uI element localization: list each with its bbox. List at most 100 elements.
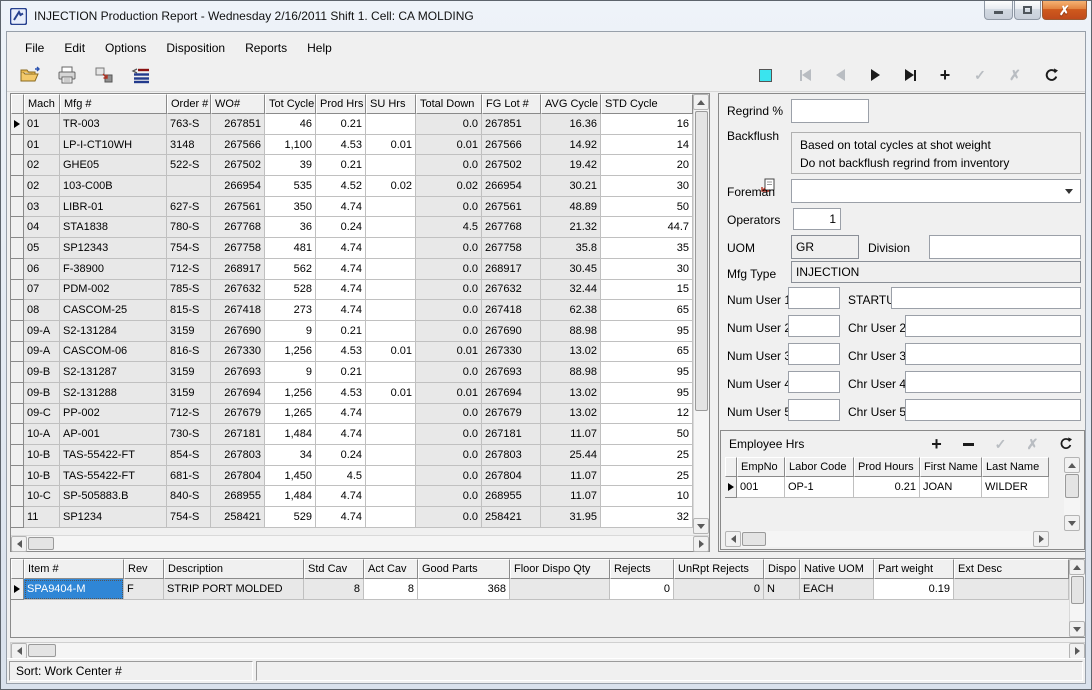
cell-mfg[interactable]: TAS-55422-FT <box>60 445 167 466</box>
cell-avg-cycle[interactable]: 30.21 <box>541 176 601 197</box>
cell-avg-cycle[interactable]: 35.8 <box>541 238 601 259</box>
cell-prod-hrs[interactable]: 4.74 <box>316 280 366 301</box>
division-input[interactable] <box>929 235 1081 259</box>
scroll-left-button[interactable] <box>11 643 27 659</box>
row-selector[interactable] <box>11 579 24 600</box>
cell-su-hrs[interactable] <box>366 362 416 383</box>
cell-avg-cycle[interactable]: 48.89 <box>541 197 601 218</box>
cell-mach[interactable]: 10-C <box>24 486 60 507</box>
cell-avg-cycle[interactable]: 88.98 <box>541 362 601 383</box>
cell-mach[interactable]: 09-A <box>24 342 60 363</box>
cell-fg-lot[interactable]: 267418 <box>482 300 541 321</box>
cell-wo[interactable]: 267803 <box>211 445 265 466</box>
cell-tot-cycle[interactable]: 1,265 <box>265 404 316 425</box>
column-header-mfg[interactable]: Mfg # <box>60 94 167 114</box>
cell-std-cycle[interactable]: 44.7 <box>601 217 693 238</box>
cell-avg-cycle[interactable]: 19.42 <box>541 155 601 176</box>
cell-labor-code[interactable]: OP-1 <box>785 477 854 498</box>
cell-prod-hrs[interactable]: 0.21 <box>316 114 366 135</box>
cell-std-cycle[interactable]: 32 <box>601 507 693 528</box>
cell-total-down[interactable]: 0.02 <box>416 176 482 197</box>
cell-fg-lot[interactable]: 267694 <box>482 383 541 404</box>
cell-su-hrs[interactable]: 0.01 <box>366 135 416 156</box>
scroll-left-button[interactable] <box>725 531 741 547</box>
cell-fg-lot[interactable]: 267693 <box>482 362 541 383</box>
cell-order[interactable]: 3159 <box>167 362 211 383</box>
cell-total-down[interactable]: 0.0 <box>416 197 482 218</box>
cell-su-hrs[interactable] <box>366 259 416 280</box>
chevron-down-icon[interactable] <box>1060 180 1078 202</box>
cell-su-hrs[interactable] <box>366 280 416 301</box>
cell-su-hrs[interactable] <box>366 507 416 528</box>
cell-total-down[interactable]: 0.0 <box>416 321 482 342</box>
cell-fg-lot[interactable]: 267803 <box>482 445 541 466</box>
cell-mach[interactable]: 10-B <box>24 466 60 487</box>
cell-mfg[interactable]: CASCOM-06 <box>60 342 167 363</box>
column-header-dispo[interactable]: Dispo <box>764 559 800 579</box>
cell-mfg[interactable]: S2-131287 <box>60 362 167 383</box>
row-selector[interactable] <box>11 424 24 445</box>
cell-std-cycle[interactable]: 25 <box>601 445 693 466</box>
cell-order[interactable]: 754-S <box>167 238 211 259</box>
post-edit-button[interactable]: ✓ <box>991 434 1010 454</box>
record-list-icon[interactable] <box>130 65 152 85</box>
row-selector[interactable] <box>11 445 24 466</box>
horizontal-scrollbar[interactable] <box>725 531 1049 547</box>
scrollbar-thumb[interactable] <box>28 537 54 550</box>
cell-order[interactable]: 627-S <box>167 197 211 218</box>
cell-wo[interactable]: 267693 <box>211 362 265 383</box>
chr-user-2-input[interactable] <box>905 315 1081 337</box>
refresh-button[interactable] <box>1055 434 1074 454</box>
cell-fg-lot[interactable]: 268917 <box>482 259 541 280</box>
cell-good-parts[interactable]: 368 <box>418 579 510 600</box>
cell-native-uom[interactable]: EACH <box>800 579 874 600</box>
cell-mfg[interactable]: TR-003 <box>60 114 167 135</box>
print-icon[interactable] <box>56 65 78 85</box>
menu-item-help[interactable]: Help <box>297 38 342 58</box>
cell-su-hrs[interactable]: 0.01 <box>366 342 416 363</box>
cell-prod-hrs[interactable]: 0.24 <box>316 217 366 238</box>
column-header-good-parts[interactable]: Good Parts <box>418 559 510 579</box>
cell-wo[interactable]: 258421 <box>211 507 265 528</box>
cell-tot-cycle[interactable]: 273 <box>265 300 316 321</box>
cell-tot-cycle[interactable]: 34 <box>265 445 316 466</box>
cell-wo[interactable]: 267566 <box>211 135 265 156</box>
cell-tot-cycle[interactable]: 350 <box>265 197 316 218</box>
cancel-button[interactable]: ✗ <box>1002 63 1028 87</box>
num-user-2-input[interactable] <box>788 315 840 337</box>
cell-wo[interactable]: 267330 <box>211 342 265 363</box>
row-selector[interactable] <box>11 362 24 383</box>
row-selector[interactable] <box>11 321 24 342</box>
column-header-description[interactable]: Description <box>164 559 304 579</box>
vertical-scrollbar[interactable] <box>693 94 709 534</box>
prior-button[interactable] <box>827 63 853 87</box>
cell-mach[interactable]: 07 <box>24 280 60 301</box>
cell-prod-hrs[interactable]: 4.74 <box>316 507 366 528</box>
row-selector[interactable] <box>11 114 24 135</box>
cell-prod-hrs[interactable]: 4.53 <box>316 342 366 363</box>
scrollbar-thumb[interactable] <box>1065 474 1079 498</box>
cell-tot-cycle[interactable]: 1,256 <box>265 383 316 404</box>
cell-prod-hrs[interactable]: 4.74 <box>316 404 366 425</box>
cell-tot-cycle[interactable]: 9 <box>265 362 316 383</box>
cell-std-cycle[interactable]: 50 <box>601 197 693 218</box>
cell-prod-hrs[interactable]: 4.74 <box>316 486 366 507</box>
cell-total-down[interactable]: 0.0 <box>416 259 482 280</box>
cell-total-down[interactable]: 0.0 <box>416 466 482 487</box>
cell-description[interactable]: STRIP PORT MOLDED <box>164 579 304 600</box>
cell-std-cycle[interactable]: 15 <box>601 280 693 301</box>
row-selector[interactable] <box>11 135 24 156</box>
regrind-input[interactable] <box>791 99 869 123</box>
cell-std-cycle[interactable]: 14 <box>601 135 693 156</box>
cell-prod-hrs[interactable]: 4.52 <box>316 176 366 197</box>
cell-std-cav[interactable]: 8 <box>304 579 364 600</box>
cell-mfg[interactable]: S2-131284 <box>60 321 167 342</box>
cell-mach[interactable]: 09-C <box>24 404 60 425</box>
cell-fg-lot[interactable]: 266954 <box>482 176 541 197</box>
cell-fg-lot[interactable]: 267502 <box>482 155 541 176</box>
cell-order[interactable]: 816-S <box>167 342 211 363</box>
cell-mach[interactable]: 02 <box>24 155 60 176</box>
column-header-prod-hours[interactable]: Prod Hours <box>854 457 920 477</box>
column-header-std-cycle[interactable]: STD Cycle <box>601 94 693 114</box>
operators-input[interactable] <box>793 208 841 230</box>
